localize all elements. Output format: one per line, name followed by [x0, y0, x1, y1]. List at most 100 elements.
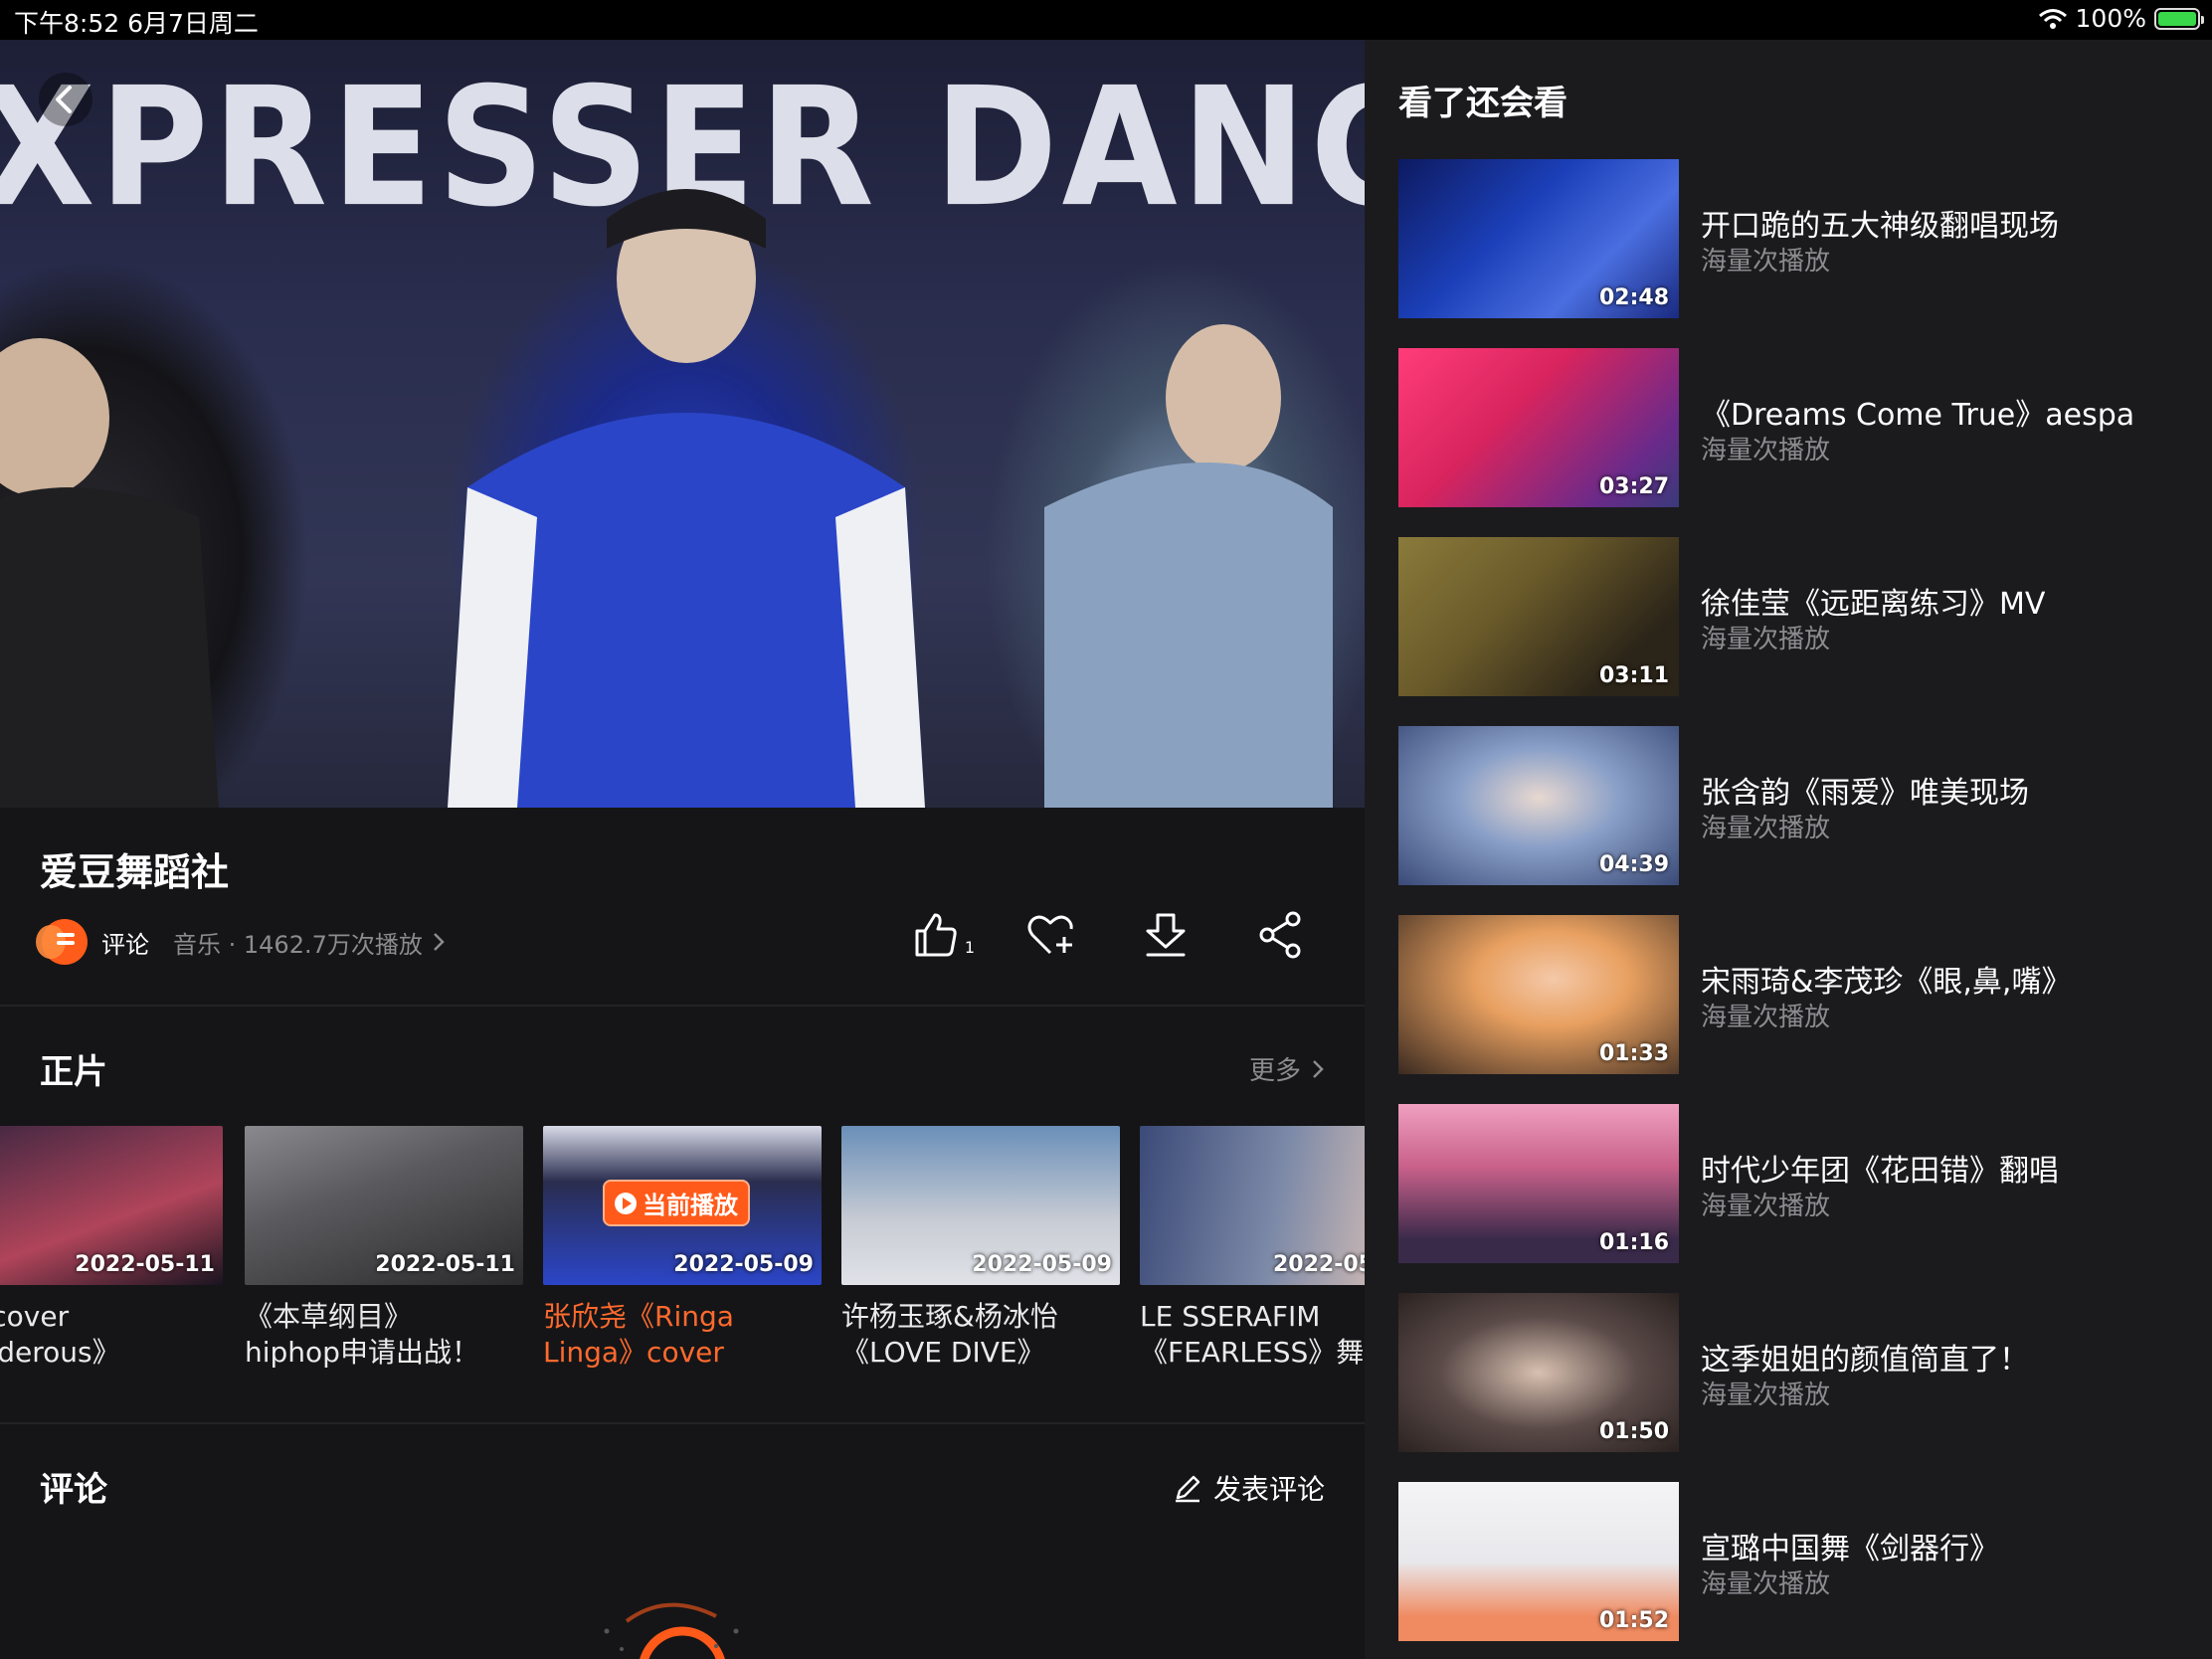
post-comment-button[interactable]: 发表评论	[1172, 1468, 1325, 1508]
recommend-item-title: 《Dreams Come True》aespa	[1701, 398, 2135, 433]
recommend-item-plays: 海量次播放	[1701, 1192, 1831, 1221]
recommend-item-plays: 海量次播放	[1701, 1381, 1831, 1410]
play-icon	[615, 1192, 637, 1214]
episode-caption: 许杨玉琢&杨冰怡 《LOVE DIVE》	[841, 1300, 1058, 1369]
recommend-duration: 01:52	[1598, 1608, 1669, 1633]
share-button[interactable]	[1253, 907, 1309, 963]
recommend-thumbnail: 02:48	[1398, 159, 1679, 318]
episode-date: 2022-05-09	[972, 1252, 1112, 1277]
video-title: 爱豆舞蹈社	[40, 850, 230, 894]
like-count: 1	[964, 938, 975, 957]
episode-item[interactable]: 2022-05-11 《本草纲目》 hiphop申请出战！	[245, 1126, 523, 1371]
recommend-item-plays: 海量次播放	[1701, 436, 1831, 465]
video-info[interactable]: 音乐 · 1462.7万次播放	[173, 925, 423, 960]
video-figures	[0, 189, 1333, 808]
recommend-duration: 02:48	[1598, 285, 1669, 310]
download-icon	[1146, 913, 1186, 957]
recommend-item[interactable]: 03:27 《Dreams Come True》aespa 海量次播放	[1398, 348, 2194, 507]
thumbs-up-icon	[915, 913, 957, 957]
recommend-item-plays: 海量次播放	[1701, 1569, 1831, 1599]
recommend-item-title: 张含韵《雨爱》唯美现场	[1701, 776, 2029, 811]
recommend-thumbnail: 03:27	[1398, 348, 1679, 507]
recommend-item-title: 开口跪的五大神级翻唱现场	[1701, 209, 2059, 244]
status-time: 下午8:52 6月7日周二	[14, 9, 259, 38]
recommend-item-title: 宋雨琦&李茂珍《眼,鼻,嘴》	[1701, 965, 2072, 1000]
battery-icon	[2154, 7, 2204, 30]
recommend-thumbnail: 01:52	[1398, 1482, 1679, 1641]
recommend-item-title: 时代少年团《花田错》翻唱	[1701, 1154, 2059, 1189]
recommend-duration: 04:39	[1598, 852, 1669, 877]
download-button[interactable]	[1138, 907, 1194, 963]
episode-date: 2022-05-11	[375, 1252, 515, 1277]
recommend-thumbnail: 03:11	[1398, 537, 1679, 696]
recommend-item-plays: 海量次播放	[1701, 1003, 1831, 1032]
like-button[interactable]: 1	[907, 907, 975, 963]
episode-thumbnail: 2022-05-11	[0, 1126, 223, 1285]
more-label: 更多	[1248, 1056, 1301, 1086]
heart-plus-icon	[1027, 915, 1073, 955]
recommend-item-plays: 海量次播放	[1701, 814, 1831, 843]
video-meta: 评论 音乐 · 1462.7万次播放	[36, 919, 449, 965]
action-bar: 1	[907, 907, 1309, 963]
battery-percent: 100%	[2075, 4, 2146, 33]
episode-item-current[interactable]: 当前播放 2022-05-09 张欣尧《Ringa Linga》cover	[543, 1126, 822, 1371]
episode-thumbnail: 2022-05	[1140, 1126, 1365, 1285]
recommend-item[interactable]: 01:50 这季姐姐的颜值简直了！ 海量次播放	[1398, 1293, 2194, 1452]
recommend-duration: 01:16	[1598, 1230, 1669, 1255]
episode-caption: 张欣尧《Ringa Linga》cover	[543, 1300, 734, 1369]
recommend-item[interactable]: 01:33 宋雨琦&李茂珍《眼,鼻,嘴》 海量次播放	[1398, 915, 2194, 1074]
recommend-item-title: 宣璐中国舞《剑器行》	[1701, 1532, 1999, 1567]
comments-title: 评论	[40, 1470, 107, 1510]
episode-item[interactable]: 2022-05-11 XX coverhunderous》	[0, 1126, 223, 1371]
divider	[0, 1422, 1365, 1424]
recommend-item-plays: 海量次播放	[1701, 247, 1831, 276]
episode-item[interactable]: 2022-05-09 许杨玉琢&杨冰怡 《LOVE DIVE》	[841, 1126, 1120, 1371]
episode-caption: 《本草纲目》 hiphop申请出战！	[245, 1300, 479, 1369]
recommend-item[interactable]: 01:52 宣璐中国舞《剑器行》 海量次播放	[1398, 1482, 2194, 1641]
comment-link[interactable]: 评论	[101, 925, 149, 960]
channel-logo-icon[interactable]	[36, 919, 88, 965]
recommend-thumbnail: 04:39	[1398, 726, 1679, 885]
post-comment-label: 发表评论	[1212, 1473, 1325, 1506]
recommend-duration: 03:11	[1598, 663, 1669, 688]
wifi-icon	[2038, 8, 2067, 29]
recommend-thumbnail: 01:50	[1398, 1293, 1679, 1452]
recommend-item[interactable]: 02:48 开口跪的五大神级翻唱现场 海量次播放	[1398, 159, 2194, 318]
recommend-thumbnail: 01:33	[1398, 915, 1679, 1074]
chevron-right-icon[interactable]	[429, 928, 449, 956]
recommend-duration: 01:50	[1598, 1419, 1669, 1444]
episode-caption: LE SSERAFIM 《FEARLESS》舞	[1140, 1300, 1365, 1369]
share-icon	[1259, 911, 1301, 959]
favorite-button[interactable]	[1022, 907, 1078, 963]
more-button[interactable]: 更多	[1249, 1050, 1327, 1087]
episode-date: 2022-05	[1273, 1252, 1365, 1277]
recommend-item-title: 这季姐姐的颜值简直了！	[1701, 1343, 2029, 1378]
recommend-item-title: 徐佳莹《远距离练习》MV	[1701, 587, 2046, 622]
recommend-item-plays: 海量次播放	[1701, 625, 1831, 654]
divider	[0, 1005, 1365, 1007]
chevron-right-icon	[1313, 1059, 1324, 1078]
episode-caption: XX coverhunderous》	[0, 1300, 120, 1369]
recommend-item[interactable]: 01:16 时代少年团《花田错》翻唱 海量次播放	[1398, 1104, 2194, 1263]
status-bar: 下午8:52 6月7日周二 100%	[0, 0, 2212, 40]
recommend-duration: 03:27	[1598, 474, 1669, 499]
episode-date: 2022-05-09	[673, 1252, 814, 1277]
recommend-item[interactable]: 03:11 徐佳莹《远距离练习》MV 海量次播放	[1398, 537, 2194, 696]
video-player[interactable]: XPRESSER DANCE	[0, 40, 1365, 808]
episode-thumbnail: 2022-05-09	[841, 1126, 1120, 1285]
recommend-item[interactable]: 04:39 张含韵《雨爱》唯美现场 海量次播放	[1398, 726, 2194, 885]
pencil-icon	[1175, 1475, 1200, 1503]
loading-icon	[604, 1602, 739, 1659]
episode-list: 2022-05-11 XX coverhunderous》 2022-05-11…	[0, 1126, 1365, 1375]
recommend-duration: 01:33	[1598, 1041, 1669, 1066]
episode-date: 2022-05-11	[75, 1252, 215, 1277]
episode-thumbnail: 当前播放 2022-05-09	[543, 1126, 822, 1285]
episodes-title: 正片	[40, 1052, 107, 1092]
now-playing-badge: 当前播放	[603, 1180, 750, 1226]
recommend-panel: 看了还会看 02:48 开口跪的五大神级翻唱现场 海量次播放 03:27 《Dr…	[1365, 40, 2212, 1659]
recommend-title: 看了还会看	[1398, 84, 1567, 123]
episode-item[interactable]: 2022-05 LE SSERAFIM 《FEARLESS》舞	[1140, 1126, 1365, 1371]
episode-thumbnail: 2022-05-11	[245, 1126, 523, 1285]
recommend-thumbnail: 01:16	[1398, 1104, 1679, 1263]
status-right: 100%	[2038, 4, 2204, 33]
